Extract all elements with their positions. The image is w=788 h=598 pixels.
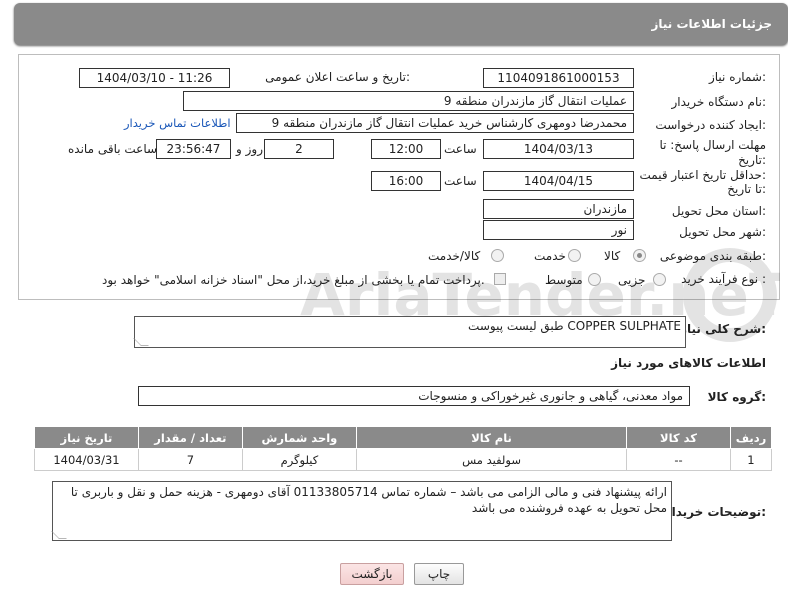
requester-field: محمدرضا دومهری کارشناس خرید عملیات انتقا… <box>236 113 634 133</box>
reply-time-field: 12:00 <box>371 139 441 159</box>
col-unit: واحد شمارش <box>241 426 358 449</box>
cell-qty: 7 <box>137 448 243 471</box>
treasury-checkbox[interactable] <box>494 273 506 285</box>
purchase-option-medium: متوسط <box>545 273 583 287</box>
page-title: جزئیات اطلاعات نیاز <box>651 17 772 31</box>
reply-time-label: ساعت <box>444 142 477 156</box>
cell-date: 1404/03/31 <box>34 448 139 471</box>
items-table: ردیف کد کالا نام کالا واحد شمارش تعداد /… <box>34 426 773 471</box>
cell-code: -- <box>626 448 731 471</box>
buyer-org-label: نام دستگاه خریدار: <box>671 95 767 109</box>
category-radio-goods[interactable] <box>633 249 646 262</box>
purchase-radio-minor[interactable] <box>653 273 666 286</box>
col-code: کد کالا <box>626 426 731 449</box>
cell-unit: کیلوگرم <box>241 448 358 471</box>
goods-group-field: مواد معدنی، گیاهی و جانوری غیرخوراکی و م… <box>138 386 690 406</box>
category-radio-service[interactable] <box>568 249 581 262</box>
price-validity-label: حداقل تاریخ اعتبار قیمت: <box>639 168 766 182</box>
col-row: ردیف <box>729 426 773 449</box>
price-time-field: 16:00 <box>371 171 441 191</box>
back-button[interactable]: بازگشت <box>340 563 404 585</box>
reply-date-field: 1404/03/13 <box>483 139 634 159</box>
announce-label: تاریخ و ساعت اعلان عمومی: <box>265 70 410 84</box>
reply-deadline-label-2: تاریخ: <box>738 153 766 167</box>
table-row: 1 -- سولفید مس کیلوگرم 7 1404/03/31 <box>34 448 773 471</box>
province-field: مازندران <box>483 199 634 219</box>
col-name: نام کالا <box>356 426 628 449</box>
resize-grip-icon[interactable] <box>51 531 67 539</box>
payment-note: پرداخت تمام یا بخشی از مبلغ خرید،از محل … <box>102 273 485 287</box>
need-desc-field: COPPER SULPHATE طبق لیست پیوست <box>133 316 686 348</box>
cell-row: 1 <box>729 448 773 471</box>
purchase-type-label: نوع فرآیند خرید : <box>681 272 766 286</box>
need-number-label: شماره نیاز: <box>708 70 766 84</box>
buyer-notes-field: ارائه پیشنهاد فنی و مالی الزامی می باشد … <box>51 481 672 541</box>
purchase-option-minor: جزیی <box>618 273 646 287</box>
category-option-service: خدمت <box>534 249 566 263</box>
buyer-notes-label: توضیحات خریدار: <box>664 505 766 519</box>
price-date-field: 1404/04/15 <box>483 171 634 191</box>
need-number-field: 1104091861000153 <box>483 68 634 88</box>
need-desc-label: شرح کلی نیاز: <box>680 322 766 336</box>
buyer-contact-link[interactable]: اطلاعات تماس خریدار <box>124 116 231 130</box>
days-label: روز و <box>236 142 263 156</box>
page-header: جزئیات اطلاعات نیاز <box>14 3 788 45</box>
buyer-notes-text: ارائه پیشنهاد فنی و مالی الزامی می باشد … <box>70 485 667 515</box>
category-option-both: کالا/خدمت <box>428 249 481 263</box>
remaining-label: ساعت باقی مانده <box>68 142 158 156</box>
goods-info-title: اطلاعات کالاهای مورد نیاز <box>611 356 766 370</box>
col-date: تاریخ نیاز <box>34 426 139 449</box>
category-radio-both[interactable] <box>491 249 504 262</box>
price-time-label: ساعت <box>444 174 477 188</box>
price-validity-label-2: تا تاریخ: <box>727 182 766 196</box>
need-desc-text: COPPER SULPHATE طبق لیست پیوست <box>468 319 681 333</box>
purchase-radio-medium[interactable] <box>588 273 601 286</box>
city-label: شهر محل تحویل: <box>679 225 766 239</box>
buyer-org-field: عملیات انتقال گاز مازندران منطقه 9 <box>183 91 634 111</box>
items-table-header: ردیف کد کالا نام کالا واحد شمارش تعداد /… <box>34 426 773 449</box>
resize-grip-icon[interactable] <box>133 338 149 346</box>
col-qty: تعداد / مقدار <box>137 426 243 449</box>
province-label: استان محل تحویل: <box>671 204 766 218</box>
category-option-goods: کالا <box>604 249 621 263</box>
cell-name: سولفید مس <box>356 448 628 471</box>
print-button[interactable]: چاپ <box>414 563 464 585</box>
days-field: 2 <box>264 139 334 159</box>
category-label: طبقه بندی موضوعی: <box>659 249 766 263</box>
goods-group-label: گروه کالا: <box>707 390 766 404</box>
reply-deadline-label: مهلت ارسال پاسخ: تا <box>659 138 766 152</box>
remaining-time-field: 23:56:47 <box>156 139 231 159</box>
announce-field: 1404/03/10 - 11:26 <box>79 68 230 88</box>
requester-label: ایجاد کننده درخواست: <box>655 118 766 132</box>
city-field: نور <box>483 220 634 240</box>
